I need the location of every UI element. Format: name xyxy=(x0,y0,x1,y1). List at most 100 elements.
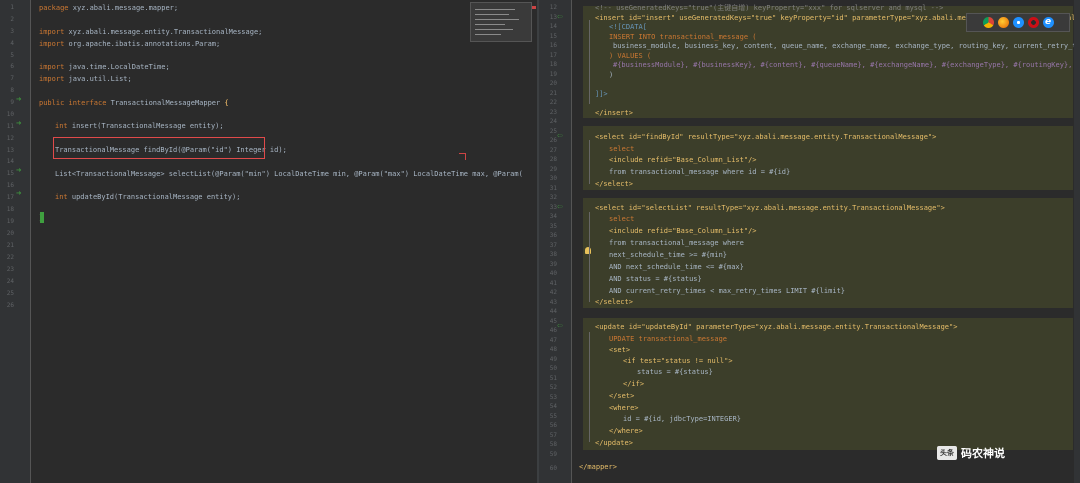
xml-line: AND status = #{status} xyxy=(609,275,702,283)
xml-line: <![CDATA[ xyxy=(609,23,647,31)
line-number: 44 xyxy=(549,308,557,315)
xml-line: AND current_retry_times < max_retry_time… xyxy=(609,287,846,295)
line-number: 51 xyxy=(549,375,557,382)
opera-icon[interactable] xyxy=(1027,17,1039,28)
xml-line: <include refid="Base_Column_List"/> xyxy=(609,156,757,164)
xml-line: from transactional_message where id = #{… xyxy=(609,168,791,176)
line-number: 13 xyxy=(6,147,14,154)
xml-line: INSERT INTO transactional_message ( xyxy=(609,33,757,41)
safari-icon[interactable] xyxy=(1012,17,1024,28)
bulb-icon[interactable] xyxy=(585,247,591,254)
xml-line: from transactional_message where xyxy=(609,239,744,247)
line-number: 19 xyxy=(549,71,557,78)
line-number: 2 xyxy=(10,16,14,23)
goto-arrow-icon[interactable]: ⇦ xyxy=(557,322,562,331)
line-number: 57 xyxy=(549,432,557,439)
chrome-icon[interactable] xyxy=(982,17,994,28)
line-gutter: 12 13 14 15 16 17 18 19 20 21 22 23 24 2… xyxy=(539,0,572,483)
line-number: 17 xyxy=(6,194,14,201)
error-stripe-marker[interactable] xyxy=(532,6,536,9)
line-number: 56 xyxy=(549,422,557,429)
line-number: 26 xyxy=(6,302,14,309)
vertical-scrollbar[interactable] xyxy=(1074,0,1080,483)
line-number: 20 xyxy=(6,230,14,237)
line-number: 23 xyxy=(549,109,557,116)
xml-line: </where> xyxy=(609,427,643,435)
line-number: 16 xyxy=(6,182,14,189)
code-line: import org.apache.ibatis.annotations.Par… xyxy=(39,40,221,48)
line-number: 9 xyxy=(10,99,14,106)
implement-arrow-icon[interactable]: ➜ xyxy=(16,120,21,129)
watermark-logo: 头条 xyxy=(937,446,957,460)
line-number: 17 xyxy=(549,52,557,59)
line-number: 14 xyxy=(6,158,14,165)
line-number: 22 xyxy=(6,254,14,261)
xml-line: UPDATE transactional_message xyxy=(609,335,728,343)
goto-arrow-icon[interactable]: ⇦ xyxy=(557,203,562,212)
xml-line: <set> xyxy=(609,346,631,354)
line-number: 22 xyxy=(549,99,557,106)
line-number: 10 xyxy=(6,111,14,118)
line-number: 50 xyxy=(549,365,557,372)
xml-line: </update> xyxy=(595,439,633,447)
line-number: 49 xyxy=(549,356,557,363)
line-number: 21 xyxy=(549,90,557,97)
line-number: 36 xyxy=(549,232,557,239)
watermark: 头条 码农神说 xyxy=(937,445,1005,461)
line-number: 41 xyxy=(549,280,557,287)
xml-line: </if> xyxy=(623,380,645,388)
browser-preview-toolbar: e xyxy=(966,13,1070,32)
xml-line: </select> xyxy=(595,180,633,188)
fold-guide xyxy=(589,332,590,442)
code-line: int updateById(TransactionalMessage enti… xyxy=(55,193,241,201)
line-number: 25 xyxy=(6,290,14,297)
line-number: 28 xyxy=(549,156,557,163)
ie-icon[interactable]: e xyxy=(1042,17,1054,28)
line-number: 35 xyxy=(549,223,557,230)
line-number: 25 xyxy=(549,128,557,135)
line-number: 6 xyxy=(10,63,14,70)
xml-editor-pane[interactable]: 12 13 14 15 16 17 18 19 20 21 22 23 24 2… xyxy=(539,0,1080,483)
line-number: 52 xyxy=(549,384,557,391)
implement-arrow-icon[interactable]: ➜ xyxy=(16,190,21,199)
ide-window: 1 2 3 4 5 6 7 8 9 10 11 12 13 14 15 16 1… xyxy=(0,0,1080,483)
firefox-icon[interactable] xyxy=(997,17,1009,28)
line-number: 15 xyxy=(549,33,557,40)
xml-line: ) VALUES ( xyxy=(609,52,652,60)
line-number: 18 xyxy=(6,206,14,213)
text-cursor xyxy=(40,212,44,223)
line-number: 27 xyxy=(549,147,557,154)
xml-line: id = #{id, jdbcType=INTEGER} xyxy=(623,415,742,423)
goto-arrow-icon[interactable]: ⇦ xyxy=(557,132,562,141)
line-number: 58 xyxy=(549,441,557,448)
line-number: 60 xyxy=(549,465,557,472)
line-number: 29 xyxy=(549,166,557,173)
xml-line: business_module, business_key, content, … xyxy=(613,42,1080,50)
code-line: List<TransactionalMessage> selectList(@P… xyxy=(55,170,523,178)
line-gutter: 1 2 3 4 5 6 7 8 9 10 11 12 13 14 15 16 1… xyxy=(0,0,31,483)
line-number: 32 xyxy=(549,194,557,201)
xml-line: ]]> xyxy=(595,90,608,98)
code-line: import java.time.LocalDateTime; xyxy=(39,63,170,71)
goto-arrow-icon[interactable]: ⇦ xyxy=(557,13,562,22)
line-number: 46 xyxy=(549,327,557,334)
xml-line: AND next_schedule_time <= #{max} xyxy=(609,263,744,271)
xml-line: <update id="updateById" parameterType="x… xyxy=(595,323,958,331)
xml-line: next_schedule_time >= #{min} xyxy=(609,251,728,259)
implement-arrow-icon[interactable]: ➜ xyxy=(16,96,21,105)
code-line: package xyz.abali.message.mapper; xyxy=(39,4,179,12)
line-number: 5 xyxy=(10,52,14,59)
line-number: 31 xyxy=(549,185,557,192)
code-line: import java.util.List; xyxy=(39,75,132,83)
java-editor-pane[interactable]: 1 2 3 4 5 6 7 8 9 10 11 12 13 14 15 16 1… xyxy=(0,0,537,483)
line-number: 54 xyxy=(549,403,557,410)
line-number: 14 xyxy=(549,23,557,30)
line-number: 38 xyxy=(549,251,557,258)
line-number: 3 xyxy=(10,28,14,35)
implement-arrow-icon[interactable]: ➜ xyxy=(16,167,21,176)
line-number: 11 xyxy=(6,123,14,130)
mini-popup[interactable] xyxy=(470,2,532,42)
line-number: 47 xyxy=(549,337,557,344)
red-marker xyxy=(459,153,466,160)
xml-line: </mapper> xyxy=(579,463,617,471)
